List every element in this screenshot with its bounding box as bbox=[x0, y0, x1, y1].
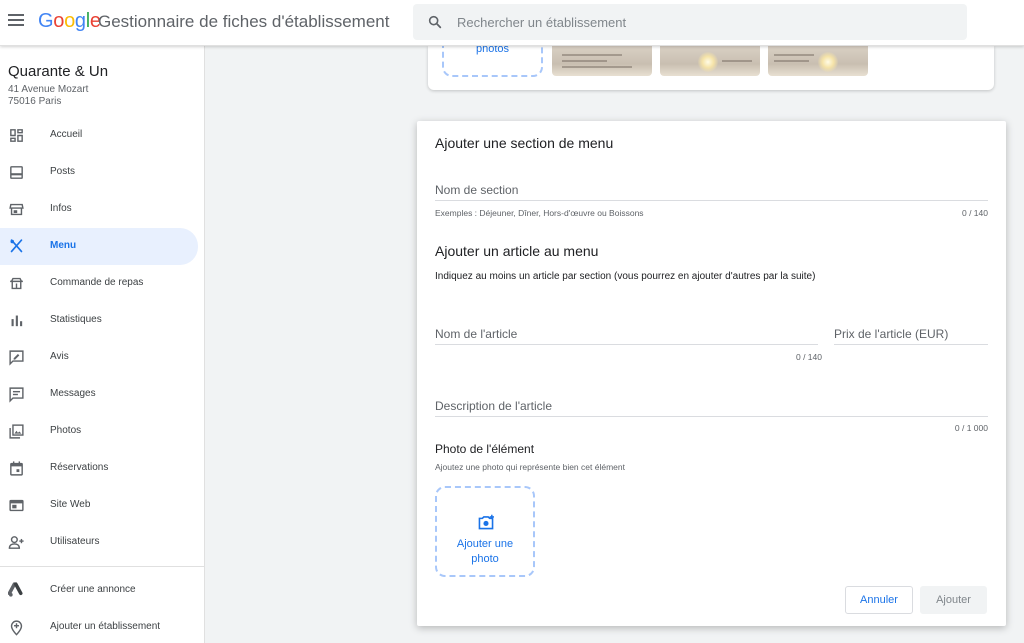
add-item-heading: Ajouter un article au menu bbox=[435, 243, 599, 259]
sidebar-item-commande-de-repas[interactable]: Commande de repas bbox=[0, 265, 198, 302]
section-name-counter: 0 / 140 bbox=[962, 208, 988, 218]
sidebar-item-label: Statistiques bbox=[50, 314, 102, 325]
business-address-line1: 41 Avenue Mozart bbox=[8, 84, 89, 95]
item-name-field[interactable]: Nom de l'article bbox=[435, 327, 818, 345]
food-order-icon bbox=[10, 277, 23, 290]
add-item-description: Indiquez au moins un article par section… bbox=[435, 271, 816, 282]
item-price-field[interactable]: Prix de l'article (EUR) bbox=[834, 327, 988, 345]
section-name-helper: Exemples : Déjeuner, Dîner, Hors-d'œuvre… bbox=[435, 208, 644, 218]
sidebar-item-accueil[interactable]: Accueil bbox=[0, 117, 198, 154]
top-app-bar: Google Gestionnaire de fiches d'établiss… bbox=[0, 0, 1024, 46]
sidebar-item-reservations[interactable]: Réservations bbox=[0, 450, 198, 487]
sidebar-item-posts[interactable]: Posts bbox=[0, 154, 198, 191]
section-name-field[interactable]: Nom de section bbox=[435, 183, 988, 201]
sidebar: Quarante & Un 41 Avenue Mozart 75016 Par… bbox=[0, 46, 205, 643]
storefront-icon bbox=[9, 203, 24, 216]
item-description-label: Description de l'article bbox=[435, 399, 553, 413]
section-name-label: Nom de section bbox=[435, 183, 519, 197]
sidebar-item-label: Accueil bbox=[50, 129, 83, 140]
business-name: Quarante & Un bbox=[8, 63, 109, 80]
add-location-icon bbox=[10, 620, 23, 636]
add-photo-label: Ajouter une photo bbox=[456, 538, 514, 565]
sidebar-item-label: Commande de repas bbox=[50, 277, 144, 288]
sidebar-item-label: Réservations bbox=[50, 462, 109, 473]
sidebar-item-label: Ajouter un établissement bbox=[50, 621, 161, 632]
sidebar-item-label: Messages bbox=[50, 388, 96, 399]
sidebar-item-label: Posts bbox=[50, 166, 76, 177]
sidebar-item-messages[interactable]: Messages bbox=[0, 376, 198, 413]
add-photo-icon bbox=[478, 514, 494, 530]
add-photo-button[interactable]: Ajouter une photo bbox=[435, 486, 535, 577]
add-user-icon bbox=[8, 536, 24, 549]
photos-icon bbox=[9, 424, 24, 439]
sidebar-item-site-web[interactable]: Site Web bbox=[0, 487, 198, 524]
dashboard-icon bbox=[10, 129, 23, 142]
business-address-line2: 75016 Paris bbox=[8, 96, 62, 107]
sidebar-item-label: Avis bbox=[50, 351, 69, 362]
item-description-field[interactable]: Description de l'article bbox=[435, 399, 988, 417]
sidebar-item-label: Infos bbox=[50, 203, 72, 214]
search-placeholder: Rechercher un établissement bbox=[457, 15, 627, 30]
reviews-icon bbox=[9, 350, 24, 366]
photo-thumbnail[interactable] bbox=[552, 46, 652, 76]
google-logo[interactable]: Google bbox=[38, 10, 101, 33]
messages-icon bbox=[9, 387, 24, 403]
photo-thumbnail[interactable] bbox=[660, 46, 760, 76]
fork-knife-icon bbox=[10, 239, 23, 253]
sidebar-item-label: Site Web bbox=[50, 499, 91, 510]
website-icon bbox=[9, 499, 24, 512]
product-name: Gestionnaire de fiches d'établissement bbox=[98, 12, 390, 31]
ads-icon bbox=[8, 582, 23, 597]
photo-thumbnail[interactable] bbox=[768, 46, 868, 76]
sidebar-divider bbox=[0, 566, 205, 567]
item-price-label: Prix de l'article (EUR) bbox=[834, 327, 949, 341]
sidebar-item-label: Menu bbox=[50, 240, 77, 251]
sidebar-item-label: Photos bbox=[50, 425, 82, 436]
add-menu-section-dialog: Ajouter une section de menu Nom de secti… bbox=[417, 121, 1006, 626]
bar-chart-icon bbox=[11, 315, 23, 327]
add-button[interactable]: Ajouter bbox=[920, 586, 987, 614]
sidebar-item-avis[interactable]: Avis bbox=[0, 339, 198, 376]
sidebar-item-menu[interactable]: Menu bbox=[0, 228, 198, 265]
item-name-label: Nom de l'article bbox=[435, 327, 518, 341]
sidebar-item-photos[interactable]: Photos bbox=[0, 413, 198, 450]
item-description-counter: 0 / 1 000 bbox=[954, 423, 988, 433]
search-icon bbox=[428, 15, 442, 29]
item-name-counter: 0 / 140 bbox=[796, 352, 822, 362]
item-photo-description: Ajoutez une photo qui représente bien ce… bbox=[435, 462, 625, 472]
sidebar-item-label: Utilisateurs bbox=[50, 536, 100, 547]
sidebar-item-infos[interactable]: Infos bbox=[0, 191, 198, 228]
dialog-title: Ajouter une section de menu bbox=[435, 135, 614, 151]
item-photo-title: Photo de l'élément bbox=[435, 442, 535, 456]
sidebar-item-label: Créer une annonce bbox=[50, 584, 136, 595]
search-box[interactable]: Rechercher un établissement bbox=[413, 4, 967, 40]
sidebar-item-statistiques[interactable]: Statistiques bbox=[0, 302, 198, 339]
calendar-icon bbox=[10, 461, 23, 476]
sidebar-item-creer-une-annonce[interactable]: Créer une annonce bbox=[0, 572, 198, 609]
posts-icon bbox=[10, 166, 23, 179]
sidebar-item-ajouter-un-etablissement[interactable]: Ajouter un établissement bbox=[0, 609, 198, 643]
cancel-button[interactable]: Annuler bbox=[845, 586, 913, 614]
sidebar-item-utilisateurs[interactable]: Utilisateurs bbox=[0, 524, 198, 561]
photos-card: photos bbox=[428, 38, 994, 90]
menu-hamburger-icon[interactable] bbox=[8, 14, 24, 28]
